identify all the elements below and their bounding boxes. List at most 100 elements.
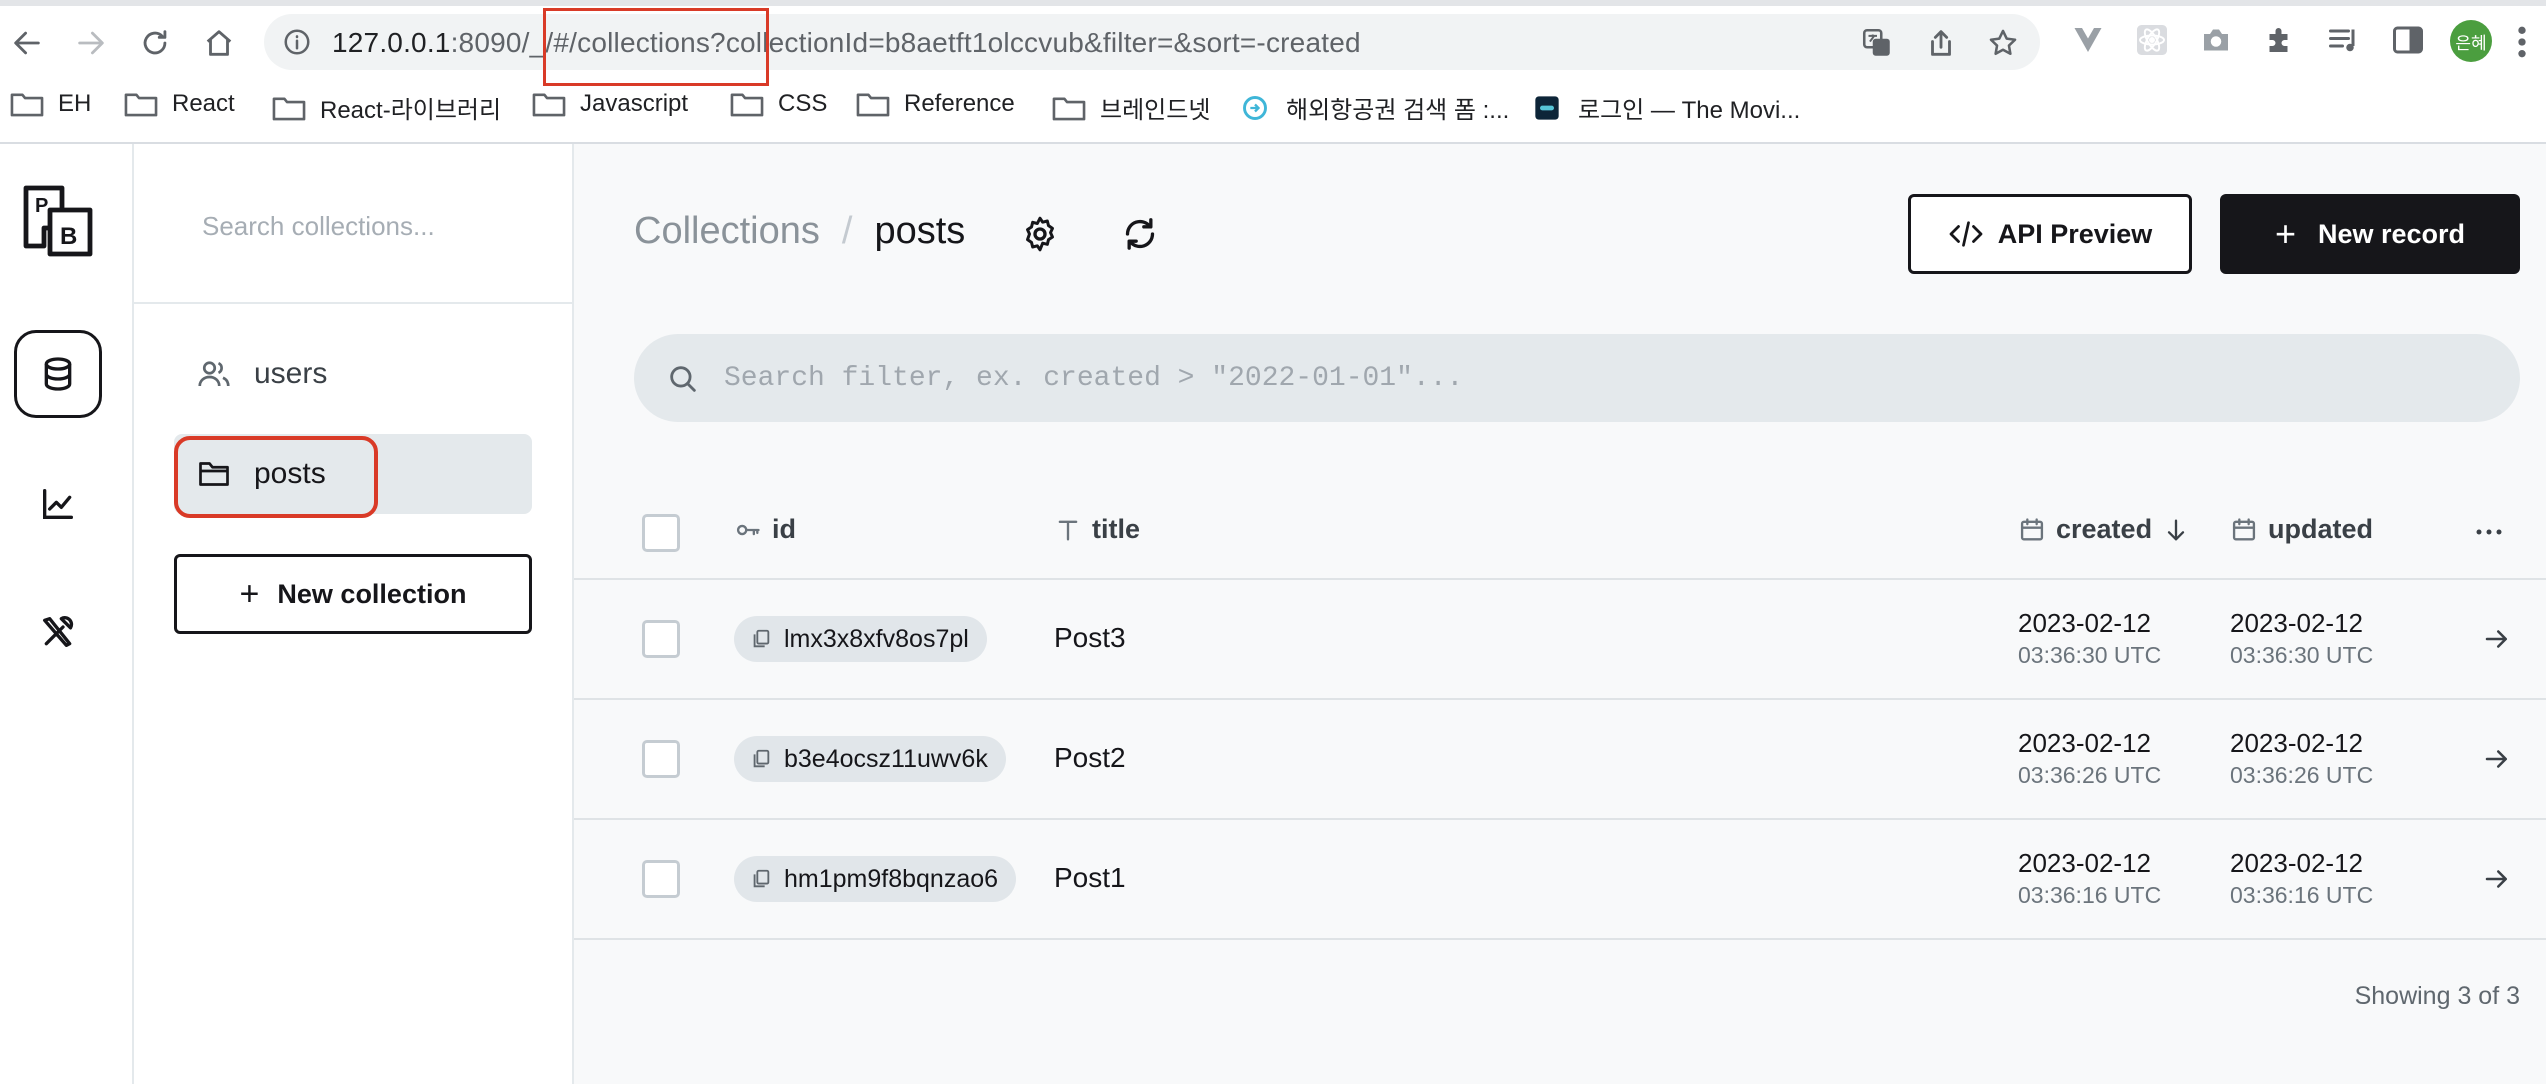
- reload-button[interactable]: [130, 18, 180, 68]
- translate-icon[interactable]: [1860, 26, 1894, 60]
- folder-icon: [532, 93, 566, 117]
- record-created: 2023-02-12 03:36:30 UTC: [2018, 606, 2161, 670]
- page-title: posts: [874, 210, 966, 252]
- home-button[interactable]: [194, 18, 244, 68]
- bookmark-label: 로그인 — The Movi...: [1578, 97, 1801, 124]
- bookmark-react-library[interactable]: React-라이브러리: [272, 90, 501, 125]
- created-date: 2023-02-12: [2018, 608, 2151, 638]
- logs-nav-button[interactable]: [14, 460, 102, 548]
- column-header-id[interactable]: id: [734, 514, 796, 545]
- column-header-created[interactable]: created: [2018, 514, 2190, 545]
- url-text[interactable]: 127.0.0.1:8090/_/#/collections?collectio…: [332, 27, 1361, 59]
- record-id: hm1pm9f8bqnzao6: [784, 864, 999, 893]
- bookmark-movie-login[interactable]: 로그인 — The Movi...: [1530, 90, 1800, 125]
- arrow-right-icon[interactable]: [2482, 744, 2512, 774]
- api-preview-label: API Preview: [1997, 218, 2153, 249]
- table-row[interactable]: hm1pm9f8bqnzao6 Post1 2023-02-12 03:36:1…: [574, 820, 2546, 940]
- gear-icon[interactable]: [1020, 214, 1060, 254]
- pocketbase-logo-icon[interactable]: P B: [18, 182, 98, 262]
- column-header-title[interactable]: title: [1054, 514, 1140, 545]
- row-checkbox[interactable]: [642, 860, 680, 898]
- select-all-checkbox[interactable]: [642, 514, 680, 552]
- sidebar-item-label: users: [254, 357, 328, 390]
- created-date: 2023-02-12: [2018, 848, 2151, 878]
- sidebar-item-users[interactable]: users: [174, 334, 532, 414]
- site-info-icon[interactable]: [282, 27, 312, 57]
- records-main: Collections / posts API Preview + New re…: [574, 144, 2546, 1084]
- bookmarks-bar: EH React React-라이브러리 Javascript CSS Refe…: [0, 84, 2546, 134]
- folder-icon: [10, 93, 44, 117]
- record-id-chip[interactable]: lmx3x8xfv8os7pl: [734, 616, 987, 662]
- breadcrumb-separator: /: [841, 210, 853, 252]
- record-title: Post3: [1054, 622, 1126, 653]
- created-time: 03:36:30 UTC: [2018, 642, 2162, 668]
- extensions-puzzle-icon[interactable]: [2262, 22, 2298, 58]
- record-id: lmx3x8xfv8os7pl: [784, 624, 969, 653]
- api-preview-button[interactable]: API Preview: [1908, 194, 2192, 274]
- pocketbase-app: P B users posts + New collection: [0, 144, 2546, 1084]
- site-icon: [1243, 95, 1267, 120]
- url-highlight-annotation: [543, 8, 769, 86]
- updated-date: 2023-02-12: [2230, 608, 2363, 638]
- posts-highlight-annotation: [174, 436, 378, 518]
- tab-strip: [0, 0, 2546, 6]
- bookmark-javascript[interactable]: Javascript: [532, 90, 688, 118]
- folder-icon: [856, 93, 890, 117]
- sort-desc-arrow-icon: [2167, 519, 2185, 540]
- plus-icon: +: [2274, 213, 2296, 254]
- tools-icon: [43, 616, 74, 647]
- browser-menu-icon[interactable]: [2512, 22, 2532, 62]
- updated-date: 2023-02-12: [2230, 848, 2363, 878]
- columns-options-icon[interactable]: [2474, 522, 2504, 542]
- react-devtools-icon[interactable]: [2134, 22, 2170, 58]
- collections-search-input[interactable]: [202, 206, 542, 246]
- folder-icon: [730, 93, 764, 117]
- record-id-chip[interactable]: b3e4ocsz11uwv6k: [734, 736, 1006, 782]
- address-bar[interactable]: 127.0.0.1:8090/_/#/collections?collectio…: [264, 14, 2040, 70]
- row-checkbox[interactable]: [642, 620, 680, 658]
- copy-icon: [753, 749, 770, 768]
- vue-devtools-icon[interactable]: [2070, 22, 2106, 58]
- bookmark-label: React: [172, 90, 235, 117]
- table-row[interactable]: b3e4ocsz11uwv6k Post2 2023-02-12 03:36:2…: [574, 700, 2546, 820]
- calendar-icon: [2232, 517, 2256, 540]
- folder-icon: [272, 97, 306, 120]
- column-label: id: [772, 514, 796, 544]
- media-queue-icon[interactable]: [2326, 22, 2362, 58]
- filter-search-input[interactable]: [724, 356, 2484, 400]
- record-id-chip[interactable]: hm1pm9f8bqnzao6: [734, 856, 1017, 902]
- users-icon: [198, 361, 230, 387]
- side-panel-icon[interactable]: [2390, 22, 2426, 58]
- filter-search-bar[interactable]: [634, 334, 2520, 422]
- new-record-button[interactable]: + New record: [2220, 194, 2520, 274]
- record-created: 2023-02-12 03:36:16 UTC: [2018, 846, 2161, 910]
- arrow-right-icon[interactable]: [2482, 864, 2512, 894]
- new-collection-label: New collection: [277, 578, 467, 609]
- column-header-updated[interactable]: updated: [2230, 514, 2373, 545]
- refresh-icon[interactable]: [1120, 214, 1160, 254]
- bookmark-eh[interactable]: EH: [10, 90, 91, 118]
- breadcrumb-root[interactable]: Collections: [634, 210, 820, 253]
- bookmark-flight-search[interactable]: 해외항공권 검색 폼 :...: [1238, 90, 1509, 125]
- bookmark-reference[interactable]: Reference: [856, 90, 1015, 118]
- row-checkbox[interactable]: [642, 740, 680, 778]
- settings-nav-button[interactable]: [14, 588, 102, 676]
- text-type-icon: [1058, 520, 1078, 540]
- bookmark-braindnet[interactable]: 브레인드넷: [1052, 90, 1210, 125]
- profile-avatar[interactable]: 은혜: [2450, 20, 2492, 62]
- arrow-right-icon[interactable]: [2482, 624, 2512, 654]
- forward-button[interactable]: [66, 18, 116, 68]
- collections-nav-button[interactable]: [14, 330, 102, 418]
- table-row[interactable]: lmx3x8xfv8os7pl Post3 2023-02-12 03:36:3…: [574, 580, 2546, 700]
- created-time: 03:36:26 UTC: [2018, 762, 2162, 788]
- bookmark-star-icon[interactable]: [1986, 26, 2020, 60]
- bookmark-css[interactable]: CSS: [730, 90, 827, 118]
- bookmark-react[interactable]: React: [124, 90, 235, 118]
- folder-icon: [1052, 97, 1086, 120]
- camera-icon[interactable]: [2198, 22, 2234, 58]
- new-collection-button[interactable]: + New collection: [174, 554, 532, 634]
- back-button[interactable]: [2, 18, 52, 68]
- share-icon[interactable]: [1924, 26, 1958, 60]
- database-icon: [44, 357, 72, 391]
- plus-icon: +: [239, 574, 260, 613]
